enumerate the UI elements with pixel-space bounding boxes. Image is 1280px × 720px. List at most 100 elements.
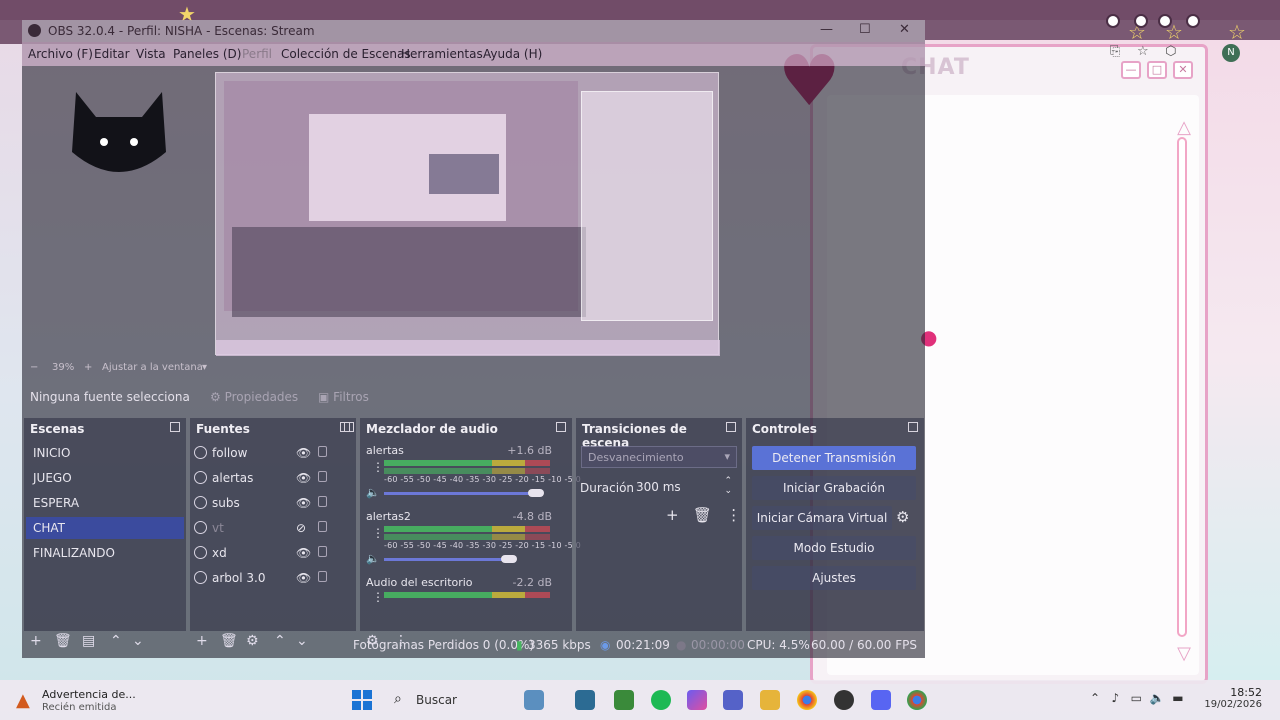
lock-icon[interactable] — [318, 571, 327, 582]
properties-button[interactable]: ⚙ Propiedades — [210, 390, 298, 404]
undock-icon[interactable] — [556, 422, 566, 432]
start-virtual-camera-button[interactable]: Iniciar Cámara Virtual — [752, 506, 892, 530]
visibility-icon[interactable]: 👁 — [296, 496, 311, 510]
source-item[interactable]: follow 👁 — [192, 442, 332, 464]
taskbar-search[interactable]: ⌕ Buscar — [386, 687, 506, 713]
battery-icon[interactable]: ▬ — [1172, 691, 1183, 705]
chevron-up-icon[interactable]: ⌃ — [1090, 691, 1100, 705]
discord-icon[interactable] — [871, 690, 891, 710]
scene-item[interactable]: INICIO — [26, 442, 184, 464]
teams-icon[interactable] — [723, 690, 743, 710]
source-item[interactable]: vt ⊘ — [192, 517, 332, 539]
translate-icon[interactable]: ⎘ — [1110, 44, 1120, 59]
browser-source-icon — [194, 446, 207, 459]
clock[interactable]: 18:52 19/02/2026 — [1204, 686, 1262, 710]
source-item[interactable]: subs 👁 — [192, 492, 332, 514]
obs-taskbar-icon[interactable] — [834, 690, 854, 710]
transition-menu-icon[interactable]: ⋮ — [726, 506, 741, 524]
settings-button[interactable]: Ajustes — [752, 566, 916, 590]
add-transition-icon[interactable]: + — [666, 506, 679, 524]
trash-icon[interactable]: 🗑 — [693, 506, 712, 524]
scene-item[interactable]: JUEGO — [26, 467, 184, 489]
volume-slider[interactable] — [384, 492, 536, 495]
filters-button[interactable]: ▣ Filtros — [318, 390, 369, 404]
menu-perfil[interactable]: Perfil — [242, 47, 272, 61]
channel-menu-icon[interactable]: ⋮ — [372, 526, 384, 540]
undock-icon[interactable] — [170, 422, 180, 432]
copilot-icon[interactable] — [687, 690, 707, 710]
hidden-icon[interactable]: ⊘ — [296, 521, 306, 535]
visibility-icon[interactable]: 👁 — [296, 546, 311, 560]
scene-item[interactable]: ESPERA — [26, 492, 184, 514]
source-item[interactable]: xd 👁 — [192, 542, 332, 564]
menu-coleccion-escenas[interactable]: Colección de Escenas — [281, 47, 411, 61]
spotify-icon[interactable] — [651, 690, 671, 710]
close-icon[interactable]: ✕ — [1173, 61, 1193, 79]
spin-arrows-icon[interactable]: ⌃ ⌄ — [724, 476, 732, 496]
source-item[interactable]: arbol 3.0 👁 — [192, 567, 332, 589]
volume-slider-knob[interactable] — [500, 555, 517, 563]
visibility-icon[interactable]: 👁 — [296, 446, 311, 460]
studio-mode-button[interactable]: Modo Estudio — [752, 536, 916, 560]
browser-avatar[interactable]: N — [1222, 44, 1240, 62]
scene-item[interactable]: FINALIZANDO — [26, 542, 184, 564]
menu-paneles[interactable]: Paneles (D) — [173, 47, 241, 61]
task-view-icon[interactable] — [575, 690, 595, 710]
volume-slider[interactable] — [384, 558, 509, 561]
lock-icon[interactable] — [318, 446, 327, 457]
visibility-icon[interactable]: 👁 — [296, 471, 311, 485]
close-icon[interactable]: ✕ — [899, 22, 910, 37]
source-item[interactable]: alertas 👁 — [192, 467, 332, 489]
fit-window-select[interactable]: Ajustar a la ventana — [102, 362, 203, 373]
undock-icon[interactable] — [908, 422, 918, 432]
visibility-icon[interactable]: 👁 — [296, 571, 311, 585]
undock-icon[interactable] — [726, 422, 736, 432]
lock-icon[interactable] — [318, 521, 327, 532]
duration-input[interactable]: 300 ms ⌃ ⌄ — [634, 476, 736, 498]
scene-item-selected[interactable]: CHAT — [26, 517, 184, 539]
chrome-icon[interactable] — [797, 690, 817, 710]
start-recording-button[interactable]: Iniciar Grabación — [752, 476, 916, 500]
chrome-profile-icon[interactable] — [907, 690, 927, 710]
minecraft-icon[interactable] — [614, 690, 634, 710]
notification-widget[interactable]: ▲ Advertencia de... Recién emitida — [14, 686, 174, 714]
menu-ayuda[interactable]: Ayuda (H) — [483, 47, 542, 61]
channel-menu-icon[interactable]: ⋮ — [372, 460, 384, 474]
gear-icon[interactable]: ⚙ — [896, 508, 909, 526]
transition-select[interactable]: Desvanecimiento ▾ — [581, 446, 737, 468]
lock-icon[interactable] — [318, 546, 327, 557]
minimize-icon[interactable]: — — [1121, 61, 1141, 79]
network-icon[interactable]: ▭ — [1131, 691, 1142, 705]
widgets-app-icon[interactable] — [524, 690, 544, 710]
minimize-icon[interactable]: — — [820, 22, 833, 37]
clock-time: 18:52 — [1230, 686, 1262, 699]
star-decoration: ☆ — [1228, 20, 1246, 44]
speaker-icon[interactable]: 🔈 — [366, 552, 380, 565]
undock-icon[interactable] — [344, 422, 354, 432]
menu-vista[interactable]: Vista — [136, 47, 166, 61]
scroll-up-icon[interactable]: △ — [1177, 117, 1191, 138]
channel-menu-icon[interactable]: ⋮ — [372, 590, 384, 604]
microphone-icon[interactable]: ♪ — [1112, 691, 1120, 705]
stop-streaming-button[interactable]: Detener Transmisión — [752, 446, 916, 470]
extensions-icon[interactable]: ⬡ — [1165, 44, 1176, 59]
file-explorer-icon[interactable] — [760, 690, 780, 710]
windows-start-icon[interactable] — [352, 690, 372, 710]
volume-slider-knob[interactable] — [528, 489, 544, 497]
lock-icon[interactable] — [318, 471, 327, 482]
bookmark-star-icon[interactable]: ☆ — [1137, 44, 1149, 59]
lock-icon[interactable] — [318, 496, 327, 507]
menu-herramientas[interactable]: Herramientas — [401, 47, 483, 61]
preview-canvas[interactable] — [215, 72, 720, 356]
scroll-down-icon[interactable]: ▽ — [1177, 643, 1191, 664]
volume-icon[interactable]: 🔈 — [1150, 691, 1165, 705]
maximize-icon[interactable]: □ — [1147, 61, 1167, 79]
chevron-down-icon[interactable]: ▾ — [202, 362, 207, 373]
menu-archivo[interactable]: Archivo (F) — [28, 47, 93, 61]
chat-scrollbar[interactable] — [1177, 137, 1187, 637]
zoom-out-button[interactable]: − — [30, 362, 38, 373]
zoom-in-button[interactable]: + — [84, 362, 92, 373]
menu-editar[interactable]: Editar — [94, 47, 130, 61]
maximize-icon[interactable]: ☐ — [859, 22, 871, 37]
speaker-icon[interactable]: 🔈 — [366, 486, 380, 499]
